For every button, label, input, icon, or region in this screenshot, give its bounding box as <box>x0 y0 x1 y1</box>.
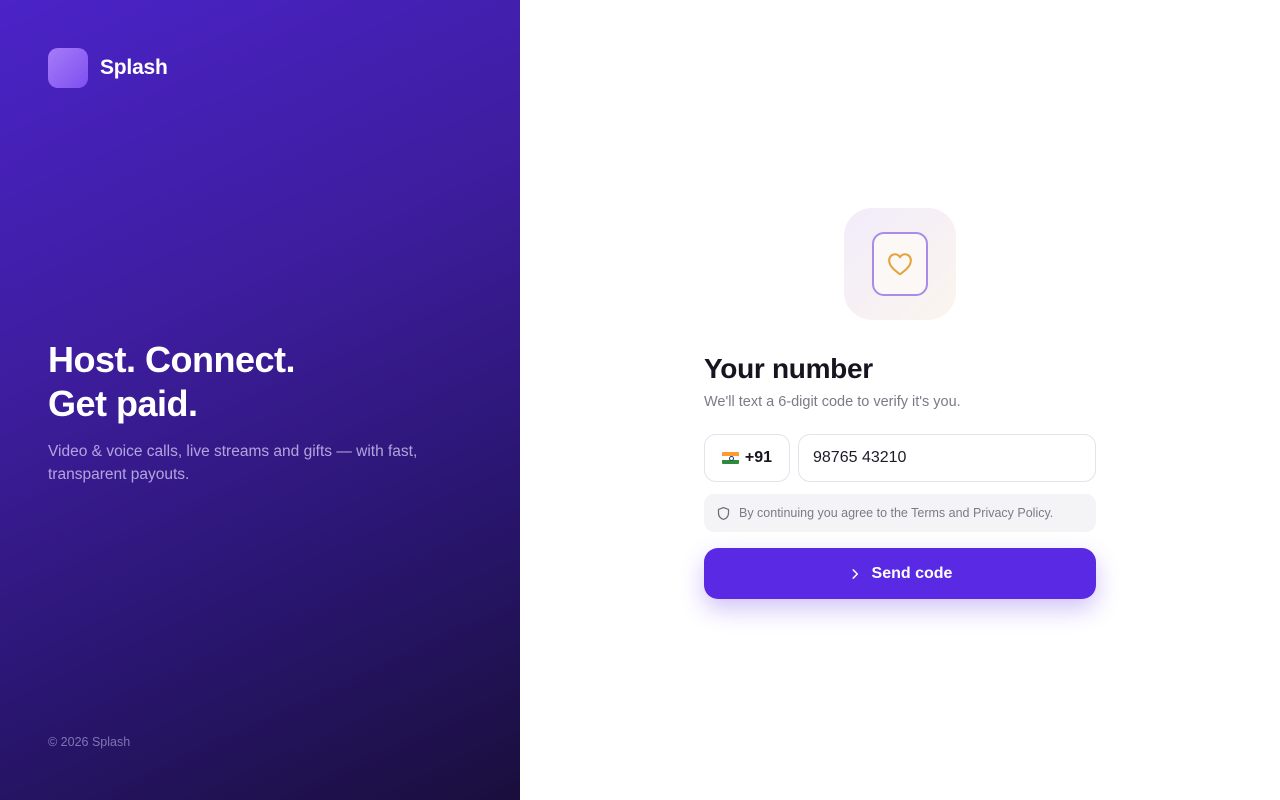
hero-copy: Host. Connect. Get paid. Video & voice c… <box>48 338 468 486</box>
hero-title-line-2: Get paid. <box>48 383 198 424</box>
terms-notice: By continuing you agree to the Terms and… <box>704 494 1096 532</box>
heart-card-icon <box>872 232 928 296</box>
hero-title-line-1: Host. Connect. <box>48 339 296 380</box>
hero-subtitle: Video & voice calls, live streams and gi… <box>48 443 418 483</box>
send-code-button[interactable]: Send code <box>704 548 1096 599</box>
send-code-label: Send code <box>871 564 953 582</box>
chevron-right-icon <box>852 568 858 579</box>
icon-tile <box>844 208 956 320</box>
form-title: Your number <box>704 353 873 384</box>
phone-number-input[interactable] <box>798 434 1096 482</box>
app-logo-icon <box>48 48 88 88</box>
terms-text: By continuing you agree to the Terms and… <box>739 506 1054 520</box>
login-form: Your number We'll text a 6-digit code to… <box>704 208 1096 599</box>
shield-icon <box>717 506 730 520</box>
hero-panel: Splash Host. Connect. Get paid. Video & … <box>0 0 520 800</box>
heart-icon <box>888 253 912 276</box>
india-flag-icon <box>721 452 739 464</box>
brand[interactable]: Splash <box>48 48 168 88</box>
brand-name: Splash <box>100 56 168 79</box>
hero-title: Host. Connect. Get paid. <box>48 338 468 426</box>
country-code-selector[interactable]: +91 <box>704 434 790 482</box>
phone-row: +91 <box>704 434 1096 482</box>
country-code: +91 <box>744 449 773 466</box>
form-subtitle: We'll text a 6-digit code to verify it's… <box>704 394 961 410</box>
copyright: © 2026 Splash <box>48 735 131 749</box>
